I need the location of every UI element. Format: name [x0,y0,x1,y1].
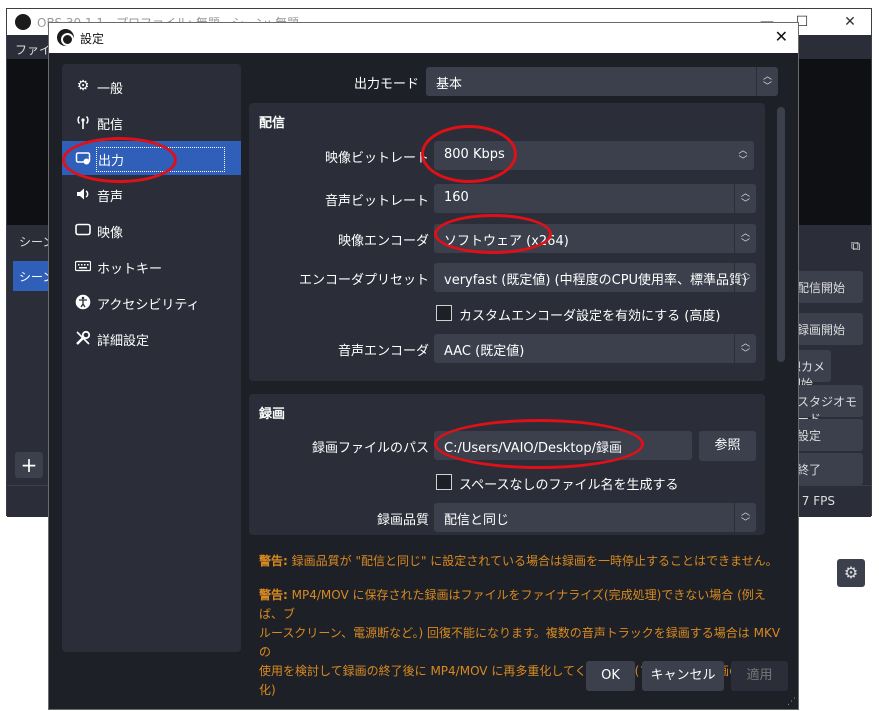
resize-grip-icon[interactable]: ⋰ [787,697,796,707]
audio-bitrate-select[interactable]: 160 ︿ ﹀ [434,184,756,213]
recording-quality-select[interactable]: 配信と同じ ︿ ﹀ [434,503,756,532]
accessibility-icon [75,294,91,310]
warning-prefix: 警告: [259,588,288,602]
monitor-icon [75,222,91,238]
custom-encoder-checkbox-label: カスタムエンコーダ設定を有効にする (高度) [459,309,721,324]
dialog-close-icon[interactable]: ✕ [775,27,788,46]
ok-button[interactable]: OK [586,661,635,691]
chevron-updown-icon: ︿ ﹀ [734,224,756,253]
sidebar-item-stream[interactable]: 配信 [62,105,241,139]
encoder-preset-select[interactable]: veryfast (既定値) (中程度のCPU使用率、標準品質) ︿ ﹀ [434,263,756,292]
obs-logo-icon [15,14,31,30]
video-bitrate-label: 映像ビットレート [324,151,429,166]
sidebar-item-label: 詳細設定 [97,334,150,349]
virtual-camera-gear-icon[interactable]: ⚙ [837,559,865,587]
audio-bitrate-value: 160 [444,190,469,205]
audio-encoder-value: AAC (既定値) [444,344,525,359]
broadcast-icon [75,114,91,130]
status-fps: 7 FPS [801,494,835,508]
keyboard-icon [74,258,92,274]
browse-button[interactable]: 参照 [699,431,756,461]
annotation-circle [421,125,517,183]
obs-logo-icon [57,29,74,46]
chevron-updown-icon: ︿ ﹀ [734,184,756,213]
chevron-updown-icon: ︿ ﹀ [734,263,756,292]
encoder-preset-label: エンコーダプリセット [298,273,429,288]
video-encoder-label: 映像エンコーダ [337,234,429,249]
sidebar-item-hotkeys[interactable]: ホットキー [62,249,241,283]
custom-encoder-checkbox[interactable] [436,305,452,321]
wrench-icon [75,330,91,346]
warning-text: 録画品質が "配信と同じ" に設定されている場合は録画を一時停止することはできま… [291,554,778,568]
annotation-circle [434,419,644,469]
annotation-circle [62,137,177,183]
gear-icon: ⚙ [76,78,90,94]
warning-text-line1: MP4/MOV に保存された録画はファイルをファイナライズ(完成処理)できない場… [259,588,766,621]
warning-text-line2: ルースクリーン、電源断など。) 回復不能になります。複数の音声トラックを録画する… [259,626,781,659]
audio-bitrate-label: 音声ビットレート [324,194,429,209]
settings-dialog: 設定 ✕ ⚙ 一般 配信 出力 音声 映像 ホットキー アクセシビリティ 詳細設… [48,22,799,710]
apply-button[interactable]: 適用 [731,661,788,691]
chevron-updown-icon: ︿ ﹀ [756,67,778,96]
output-mode-value: 基本 [436,77,463,92]
encoder-preset-value: veryfast (既定値) (中程度のCPU使用率、標準品質) [444,273,748,288]
audio-encoder-label: 音声エンコーダ [337,344,429,359]
sidebar-item-label: ホットキー [97,262,163,277]
sidebar-item-label: 音声 [97,190,124,205]
warning-prefix: 警告: [259,554,288,568]
recording-quality-label: 録画品質 [376,513,429,528]
sidebar-item-label: 一般 [97,82,124,97]
no-space-filename-checkbox[interactable] [436,474,452,490]
output-mode-label: 出力モード [353,77,419,92]
sidebar-item-general[interactable]: ⚙ 一般 [62,69,241,103]
sidebar-item-label: アクセシビリティ [97,298,200,313]
recording-section-title: 録画 [259,407,286,422]
audio-encoder-select[interactable]: AAC (既定値) ︿ ﹀ [434,334,756,363]
sidebar-item-label: 配信 [97,118,124,133]
recording-path-label: 録画ファイルのパス [311,441,429,456]
sidebar-item-advanced[interactable]: 詳細設定 [62,321,241,355]
annotation-circle [434,214,552,254]
chevron-updown-icon: ︿ ﹀ [734,503,756,532]
spin-arrows-icon[interactable]: ︿ ﹀ [732,141,754,170]
recording-quality-value: 配信と同じ [444,513,510,528]
cancel-button[interactable]: キャンセル [642,661,724,691]
warning-pause: 警告: 録画品質が "配信と同じ" に設定されている場合は録画を一時停止すること… [259,552,789,571]
sidebar-item-audio[interactable]: 音声 [62,177,241,211]
chevron-updown-icon: ︿ ﹀ [734,334,756,363]
add-scene-button[interactable]: + [15,452,43,478]
dialog-title: 設定 [80,32,105,46]
sidebar-item-label: 映像 [97,226,124,241]
output-mode-select[interactable]: 基本 ︿ ﹀ [426,67,778,96]
dialog-titlebar: 設定 ✕ [49,23,798,53]
window-close-icon[interactable]: ✕ [835,11,865,33]
settings-scrollbar[interactable] [777,107,785,362]
sidebar-item-accessibility[interactable]: アクセシビリティ [62,285,241,319]
streaming-section-title: 配信 [259,116,286,131]
sidebar-item-video[interactable]: 映像 [62,213,241,247]
no-space-filename-label: スペースなしのファイル名を生成する [459,478,679,493]
dock-float-icon[interactable]: ⧉ [851,239,860,254]
speaker-icon [75,186,91,202]
